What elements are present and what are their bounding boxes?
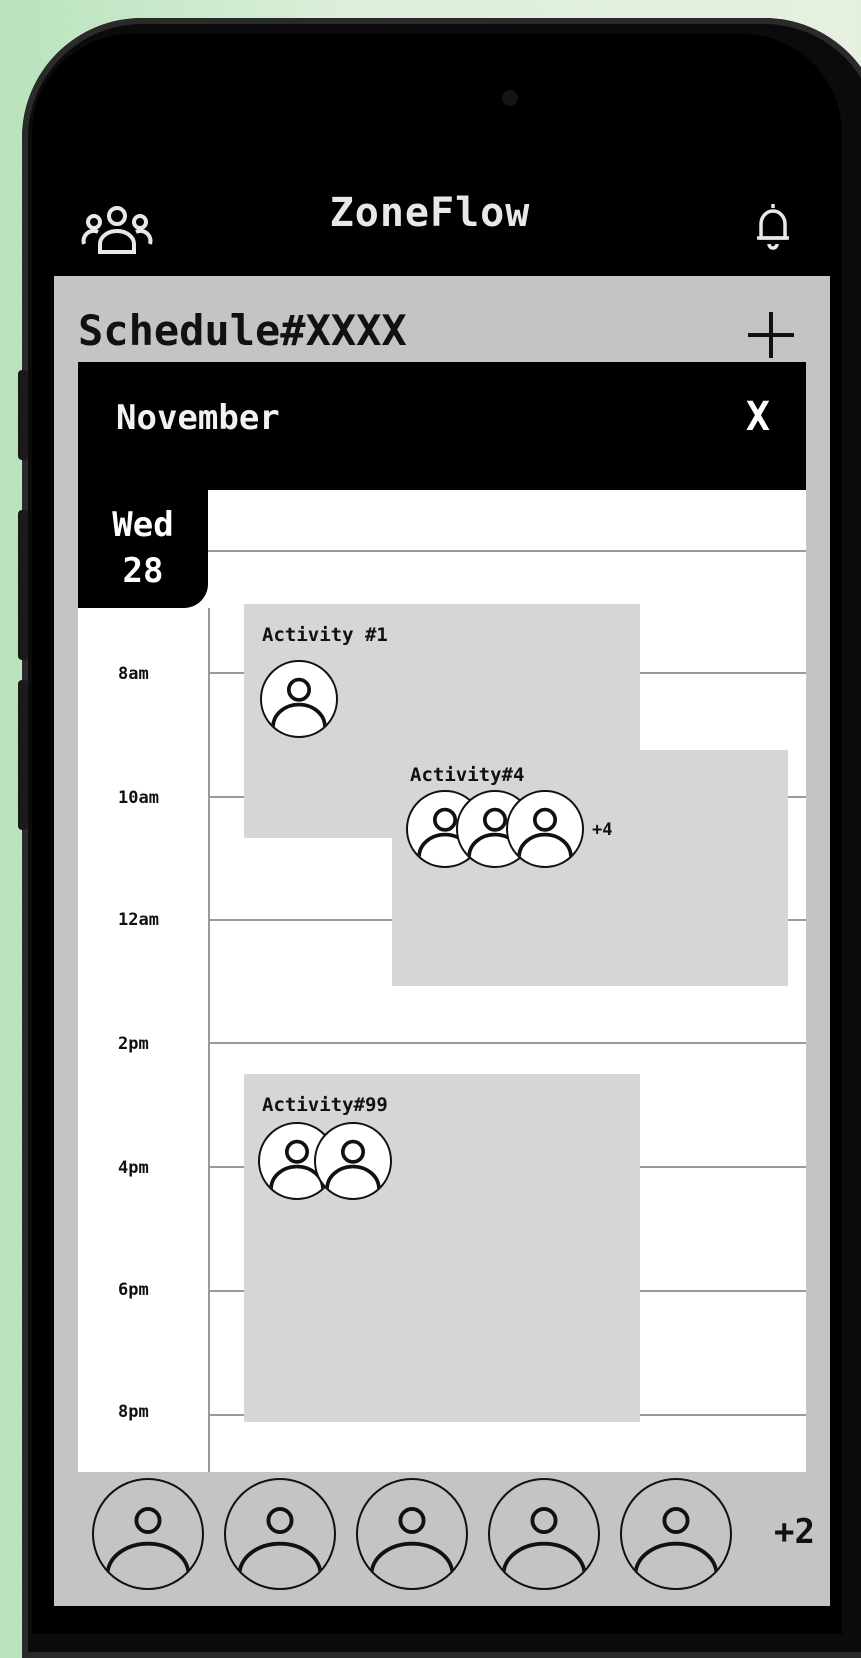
user-avatar-icon[interactable] [260,660,338,738]
grid-line [208,1042,806,1044]
participant-avatar-icon[interactable] [224,1478,336,1590]
activity-block-4[interactable]: Activity#4 +4 [392,750,788,986]
day-tab[interactable]: Wed 28 [78,490,208,608]
time-label: 10am [118,788,159,808]
time-label: 6pm [118,1280,149,1300]
weekday-label: Wed [112,505,174,545]
calendar-header: November X [78,362,806,490]
close-button[interactable]: X [746,394,770,440]
participant-avatar-icon[interactable] [620,1478,732,1590]
user-avatar-icon[interactable] [506,790,584,868]
activity-title: Activity#4 [410,764,525,786]
time-label: 8am [118,664,149,684]
more-participants-count[interactable]: +2 [774,1512,815,1552]
phone-volume-down-button [18,680,28,830]
phone-side-button [18,370,28,460]
time-label: 12am [118,910,159,930]
schedule-title: Schedule#XXXX [78,306,407,355]
app-title: ZoneFlow [329,190,531,236]
bell-icon[interactable] [754,200,792,252]
time-label: 2pm [118,1034,149,1054]
time-column-divider [208,608,210,1484]
time-label: 4pm [118,1158,149,1178]
activity-title: Activity #1 [262,624,388,646]
user-avatar-icon[interactable] [314,1122,392,1200]
add-schedule-button[interactable] [744,308,798,362]
month-label: November [116,398,280,438]
activity-title: Activity#99 [262,1094,388,1116]
participant-avatar-icon[interactable] [488,1478,600,1590]
more-attendees-count[interactable]: +4 [592,820,612,840]
participant-avatar-icon[interactable] [92,1478,204,1590]
activity-block-99[interactable]: Activity#99 [244,1074,640,1422]
time-label: 8pm [118,1402,149,1422]
plus-icon [748,312,794,358]
grid-line [208,550,806,552]
date-label: 28 [122,551,164,591]
phone-volume-up-button [18,510,28,660]
front-camera [502,90,518,106]
calendar-card: November X Wed 28 8am 10am 12am 2pm 4pm … [78,362,806,1484]
participant-avatar-icon[interactable] [356,1478,468,1590]
people-group-icon[interactable] [80,204,154,256]
